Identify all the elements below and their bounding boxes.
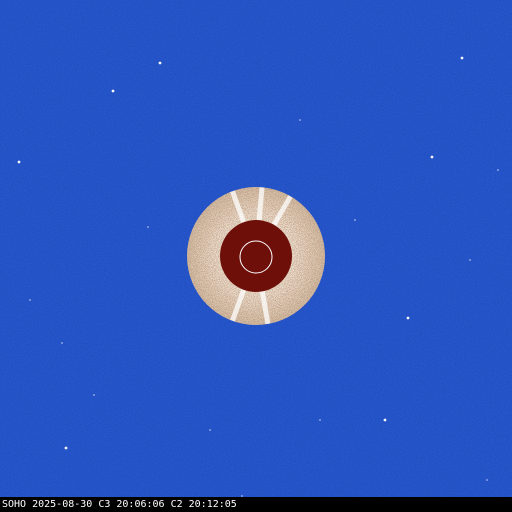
star (93, 394, 95, 396)
caption-text: SOHO 2025-08-30 C3 20:06:06 C2 20:12:05 (2, 499, 237, 510)
occulter-disk (220, 220, 292, 292)
star (147, 226, 149, 228)
star (383, 418, 387, 422)
star (17, 160, 21, 164)
star (209, 429, 211, 431)
star (299, 119, 301, 121)
star (406, 316, 410, 320)
corona-streamer (256, 187, 265, 221)
star (61, 342, 63, 344)
star (29, 299, 31, 301)
star (111, 89, 115, 93)
star (469, 259, 471, 261)
star (460, 56, 464, 60)
star (486, 479, 488, 481)
star (158, 61, 162, 65)
star (64, 446, 68, 450)
image-caption: SOHO 2025-08-30 C3 20:06:06 C2 20:12:05 (0, 497, 512, 512)
star (319, 419, 321, 421)
coronagraph-image (0, 0, 512, 497)
star (430, 155, 434, 159)
star (497, 169, 499, 171)
star (354, 219, 356, 221)
